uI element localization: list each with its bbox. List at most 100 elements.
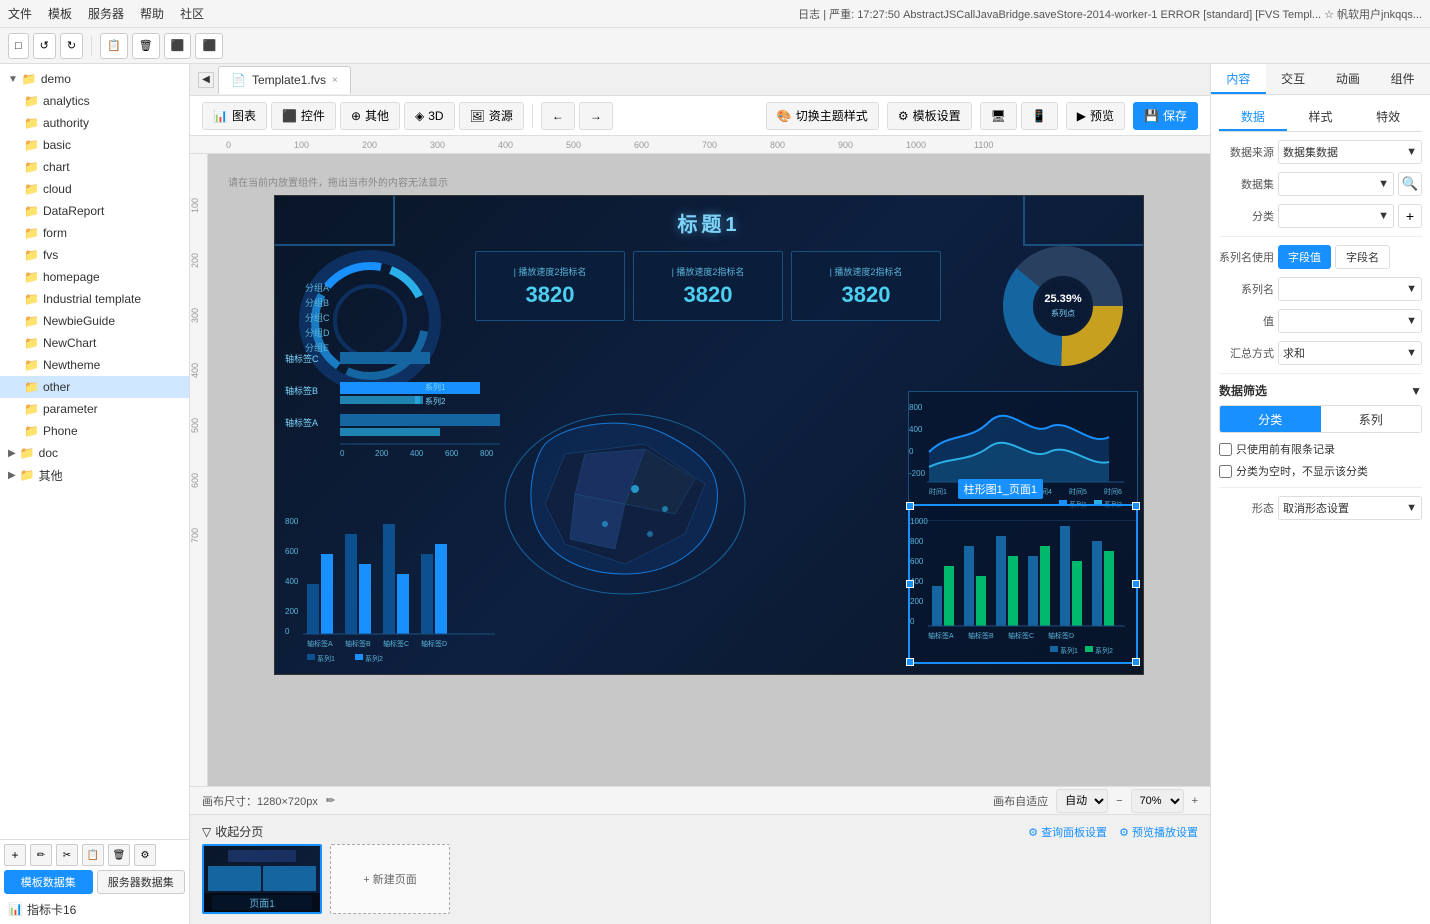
zoom-plus-btn[interactable]: + [1192, 795, 1198, 807]
mobile-view-btn[interactable]: 📱 [1021, 102, 1058, 130]
category-select[interactable]: ▼ [1278, 204, 1394, 228]
filter-tab-series[interactable]: 系列 [1321, 406, 1422, 432]
config-item-btn[interactable]: ⚙ [134, 844, 156, 866]
svg-text:600: 600 [285, 547, 299, 556]
filter-expand-icon[interactable]: ▼ [1410, 384, 1422, 398]
layer-btn[interactable]: ⬛ [195, 33, 223, 59]
redo-btn[interactable]: ↻ [60, 33, 83, 59]
handle-ml[interactable] [906, 580, 914, 588]
insert-widget-btn[interactable]: ⬛ 控件 [271, 102, 336, 130]
page-section-title[interactable]: ▽ 收起分页 [202, 823, 263, 840]
add-item-btn[interactable]: + [4, 844, 26, 866]
right-tab-component[interactable]: 组件 [1375, 64, 1430, 94]
tree-item-chart[interactable]: 📁 chart [0, 156, 189, 178]
align-btn[interactable]: ⬛ [164, 33, 192, 59]
add-category-btn[interactable]: + [1398, 204, 1422, 228]
redo-canvas-btn[interactable]: → [579, 102, 613, 130]
page-thumb-1[interactable]: 页面1 [202, 844, 322, 914]
adapt-mode-select[interactable]: 自动 [1056, 789, 1108, 813]
handle-br[interactable] [1132, 658, 1140, 666]
delete-item-btn[interactable]: 🗑 [108, 844, 130, 866]
insert-resource-btn[interactable]: 🖼 资源 [459, 102, 524, 130]
tree-item-demo[interactable]: ▼ 📁 demo [0, 68, 189, 90]
tree-item-industrial[interactable]: 📁 Industrial template [0, 288, 189, 310]
tree-item-other[interactable]: 📁 other [0, 376, 189, 398]
dataset-select[interactable]: ▼ [1278, 172, 1394, 196]
menu-help[interactable]: 帮助 [140, 5, 164, 22]
agg-select[interactable]: 求和 ▼ [1278, 341, 1422, 365]
tab-template1[interactable]: 📄 Template1.fvs × [218, 66, 351, 94]
checkbox-hide-empty-input[interactable] [1219, 465, 1232, 478]
shape-select[interactable]: 取消形态设置 ▼ [1278, 496, 1422, 520]
tree-item-analytics[interactable]: 📁 analytics [0, 90, 189, 112]
tree-item-parameter[interactable]: 📁 parameter [0, 398, 189, 420]
series-name-select[interactable]: ▼ [1278, 277, 1422, 301]
preview-settings-btn[interactable]: ⚙ 预览播放设置 [1119, 824, 1198, 840]
sub-tab-style[interactable]: 样式 [1287, 103, 1355, 131]
edit-item-btn[interactable]: ✏ [30, 844, 52, 866]
tree-item-authority[interactable]: 📁 authority [0, 112, 189, 134]
delete-btn[interactable]: 🗑 [132, 33, 160, 59]
filter-tab-category[interactable]: 分类 [1220, 406, 1321, 432]
edit-canvas-icon[interactable]: ✏ [326, 794, 335, 807]
handle-tl[interactable] [906, 502, 914, 510]
copy-btn[interactable]: 📋 [100, 33, 128, 59]
save-btn[interactable]: 💾 保存 [1133, 102, 1198, 130]
menu-community[interactable]: 社区 [180, 5, 204, 22]
tree-item-datareport[interactable]: 📁 DataReport [0, 200, 189, 222]
preview-btn[interactable]: ▶ 预览 [1066, 102, 1125, 130]
tree-item-cloud[interactable]: 📁 cloud [0, 178, 189, 200]
handle-tr[interactable] [1132, 502, 1140, 510]
zoom-level-select[interactable]: 70% [1131, 789, 1184, 813]
copy-item-btn[interactable]: 📋 [82, 844, 104, 866]
zoom-minus-btn[interactable]: − [1116, 795, 1122, 807]
sub-tab-data[interactable]: 数据 [1219, 103, 1287, 131]
tree-item-form[interactable]: 📁 form [0, 222, 189, 244]
checkbox-limited-input[interactable] [1219, 443, 1232, 456]
desktop-view-btn[interactable]: 🖥 [980, 102, 1017, 130]
insert-3d-btn[interactable]: ◈ 3D [404, 102, 455, 130]
sub-tab-effect[interactable]: 特效 [1354, 103, 1422, 131]
right-tab-interact[interactable]: 交互 [1266, 64, 1321, 94]
handle-mr[interactable] [1132, 580, 1140, 588]
add-page-btn[interactable]: + 新建页面 [330, 844, 450, 914]
menu-file[interactable]: 文件 [8, 5, 32, 22]
tree-item-newchart[interactable]: 📁 NewChart [0, 332, 189, 354]
template-settings-btn[interactable]: ⚙ 模板设置 [887, 102, 972, 130]
right-tab-content[interactable]: 内容 [1211, 64, 1266, 94]
data-source-select[interactable]: 数据集数据 ▼ [1278, 140, 1422, 164]
menu-template[interactable]: 模板 [48, 5, 72, 22]
col-chart-bottom-right[interactable]: 1000 800 600 400 200 0 [908, 504, 1138, 664]
query-panel-btn[interactable]: ⚙ 查询面板设置 [1028, 824, 1107, 840]
theme-btn[interactable]: 🎨 切换主题样式 [766, 102, 879, 130]
handle-bl[interactable] [906, 658, 914, 666]
insert-chart-btn[interactable]: 📊 图表 [202, 102, 267, 130]
right-tab-animation[interactable]: 动画 [1321, 64, 1376, 94]
new-btn[interactable]: □ [8, 33, 29, 59]
tab-template-dataset[interactable]: 模板数据集 [4, 870, 93, 894]
indicator-item[interactable]: 📊 指标卡16 [4, 898, 185, 920]
tab-close-btn[interactable]: × [332, 75, 338, 86]
series-name-field-value-btn[interactable]: 字段值 [1278, 245, 1331, 269]
tree-item-fvs[interactable]: 📁 fvs [0, 244, 189, 266]
canvas-viewport[interactable]: 请在当前内放置组件，拖出当市外的内容无法显示 标题1 [208, 154, 1210, 786]
dashboard-canvas[interactable]: 标题1 [274, 195, 1144, 675]
tree-item-phone[interactable]: 📁 Phone [0, 420, 189, 442]
series-name-field-name-btn[interactable]: 字段名 [1335, 245, 1390, 269]
undo-canvas-btn[interactable]: ← [541, 102, 575, 130]
tab-prev-btn[interactable]: ◀ [198, 72, 214, 88]
insert-other-btn[interactable]: ⊕ 其他 [340, 102, 400, 130]
undo-btn[interactable]: ↺ [33, 33, 56, 59]
menu-server[interactable]: 服务器 [88, 5, 124, 22]
tree-item-other-root[interactable]: ▶ 📁 其他 [0, 464, 189, 486]
tree-label-demo: demo [41, 72, 71, 86]
tree-item-homepage[interactable]: 📁 homepage [0, 266, 189, 288]
cut-item-btn[interactable]: ✂ [56, 844, 78, 866]
value-select[interactable]: ▼ [1278, 309, 1422, 333]
tree-item-newbieguide[interactable]: 📁 NewbieGuide [0, 310, 189, 332]
tree-item-newtheme[interactable]: 📁 Newtheme [0, 354, 189, 376]
tree-item-doc[interactable]: ▶ 📁 doc [0, 442, 189, 464]
tab-server-dataset[interactable]: 服务器数据集 [97, 870, 186, 894]
dataset-search-btn[interactable]: 🔍 [1398, 172, 1422, 196]
tree-item-basic[interactable]: 📁 basic [0, 134, 189, 156]
